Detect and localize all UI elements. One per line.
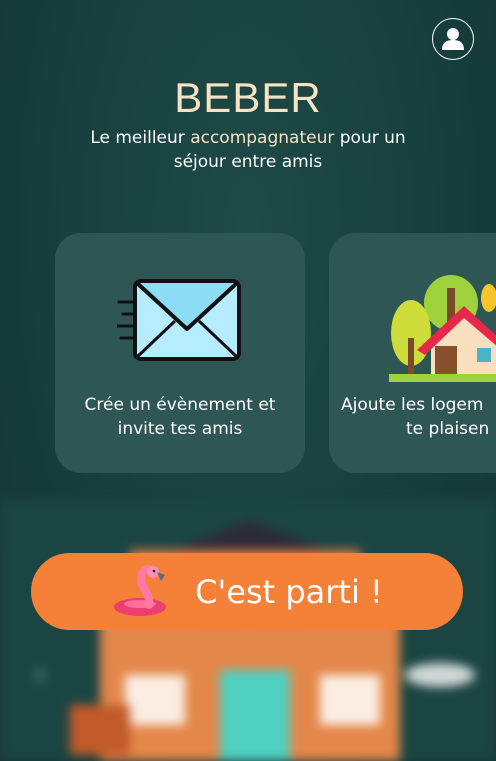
- envelope-icon: [117, 279, 241, 361]
- feature-card-event-line1: Crée un évènement et: [84, 395, 276, 415]
- feature-card-lodging-line1: Ajoute les logem: [341, 395, 484, 415]
- feature-card-lodging[interactable]: Ajoute les logem te plaisen: [329, 233, 496, 473]
- flamingo-float-icon: [114, 564, 167, 616]
- feature-card-event-line2: invite tes amis: [117, 419, 243, 439]
- profile-button[interactable]: [432, 18, 474, 60]
- start-button[interactable]: C'est parti !: [31, 553, 463, 630]
- feature-carousel[interactable]: Crée un évènement et invite tes amis Ajo…: [0, 233, 496, 473]
- feature-card-lodging-line2: te plaisen: [406, 419, 490, 439]
- tagline-start: Le meilleur: [90, 128, 191, 148]
- start-button-label: C'est parti !: [195, 572, 383, 611]
- feature-card-lodging-text: Ajoute les logem te plaisen: [341, 393, 496, 441]
- app-title: BEBER: [174, 74, 322, 121]
- house-background-image: [0, 500, 496, 761]
- tagline: Le meilleur accompagnateur pour un séjou…: [68, 126, 428, 174]
- house-trees-icon: [389, 275, 496, 382]
- user-icon: [442, 28, 464, 50]
- feature-card-event-text: Crée un évènement et invite tes amis: [69, 393, 291, 441]
- feature-card-event[interactable]: Crée un évènement et invite tes amis: [55, 233, 305, 473]
- tagline-accent: accompagnateur: [190, 128, 335, 148]
